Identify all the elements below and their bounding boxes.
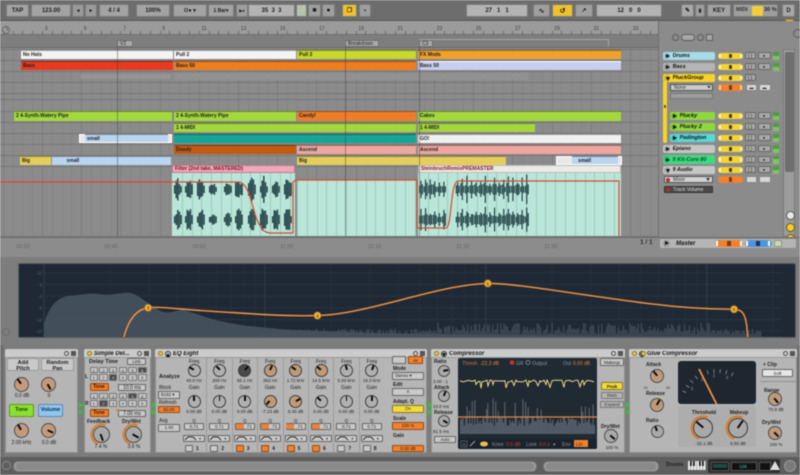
svg-text:0: 0 bbox=[40, 294, 43, 299]
svg-text:-6: -6 bbox=[38, 306, 42, 311]
svg-text:-24: -24 bbox=[36, 329, 43, 334]
svg-text:Look: Look bbox=[526, 442, 537, 448]
svg-text:Env: Env bbox=[562, 442, 571, 448]
svg-text:6: 6 bbox=[40, 282, 43, 287]
svg-text:5: 5 bbox=[486, 281, 489, 287]
svg-text:4: 4 bbox=[316, 314, 319, 320]
svg-text:-22.3 dB: -22.3 dB bbox=[480, 361, 500, 367]
svg-text:12: 12 bbox=[37, 271, 42, 276]
svg-text:Out: Out bbox=[563, 361, 572, 367]
svg-text:Lin: Lin bbox=[576, 442, 583, 448]
svg-text:A: A bbox=[463, 442, 466, 447]
svg-text:Thresh: Thresh bbox=[462, 361, 478, 367]
svg-text:6: 6 bbox=[733, 307, 736, 313]
svg-text:0.0 dB: 0.0 dB bbox=[506, 442, 521, 448]
svg-text:-12: -12 bbox=[36, 317, 43, 322]
svg-text:Output: Output bbox=[532, 361, 548, 367]
svg-text:3: 3 bbox=[147, 306, 150, 312]
svg-text:Knee: Knee bbox=[492, 442, 504, 448]
svg-text:0.00 dB: 0.00 dB bbox=[573, 361, 591, 367]
svg-text:GR: GR bbox=[516, 361, 524, 367]
svg-text:0.0 s: 0.0 s bbox=[539, 442, 550, 448]
